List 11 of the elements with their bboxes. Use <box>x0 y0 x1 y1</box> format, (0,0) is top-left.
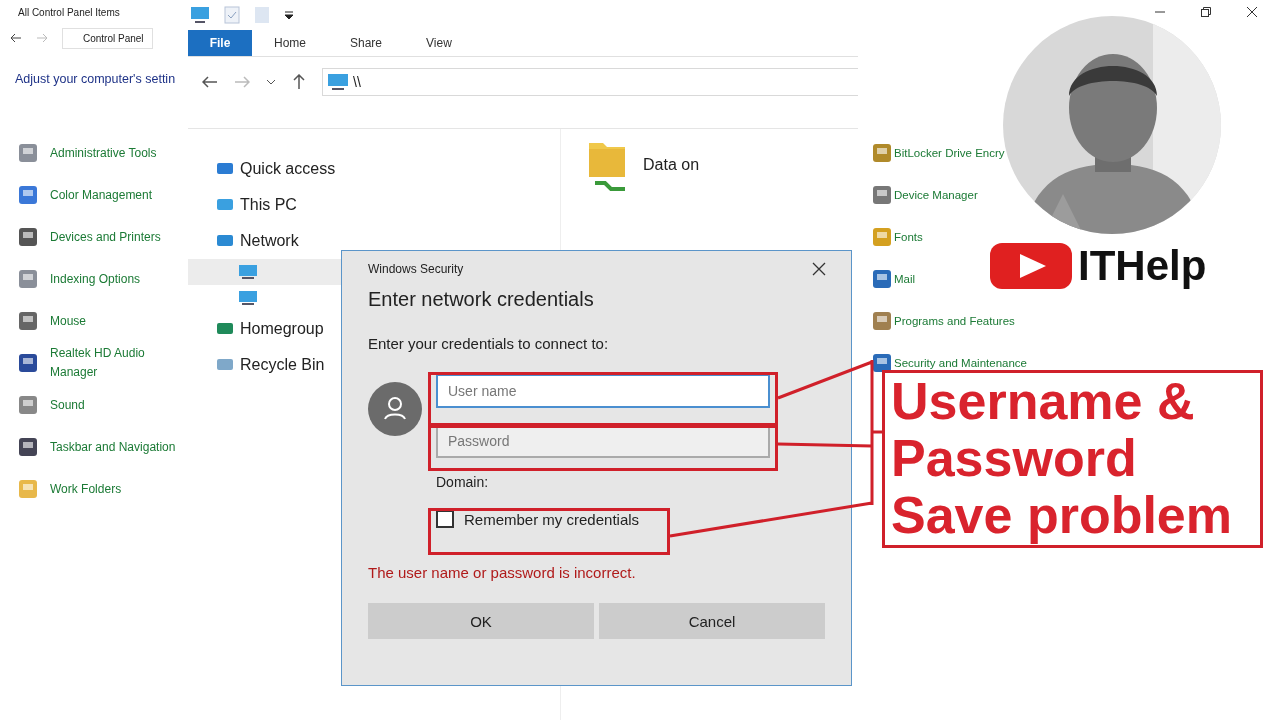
dialog-heading: Enter network credentials <box>368 288 595 311</box>
page-heading: Adjust your computer's settin <box>14 71 177 86</box>
dialog-title: Windows Security <box>368 262 464 276</box>
domain-label: Domain: <box>436 474 490 490</box>
window-title: All Control Panel Items <box>18 6 120 18</box>
callout-text: Save problem <box>891 487 1233 544</box>
channel-name: ITHelp <box>1078 243 1207 289</box>
error-message: The user name or password is incorrect. <box>368 564 637 581</box>
prompt-text: Enter your credentials to connect to: <box>368 335 610 352</box>
callout-text: Password <box>891 430 1137 487</box>
callout-text: Username & <box>891 373 1195 430</box>
